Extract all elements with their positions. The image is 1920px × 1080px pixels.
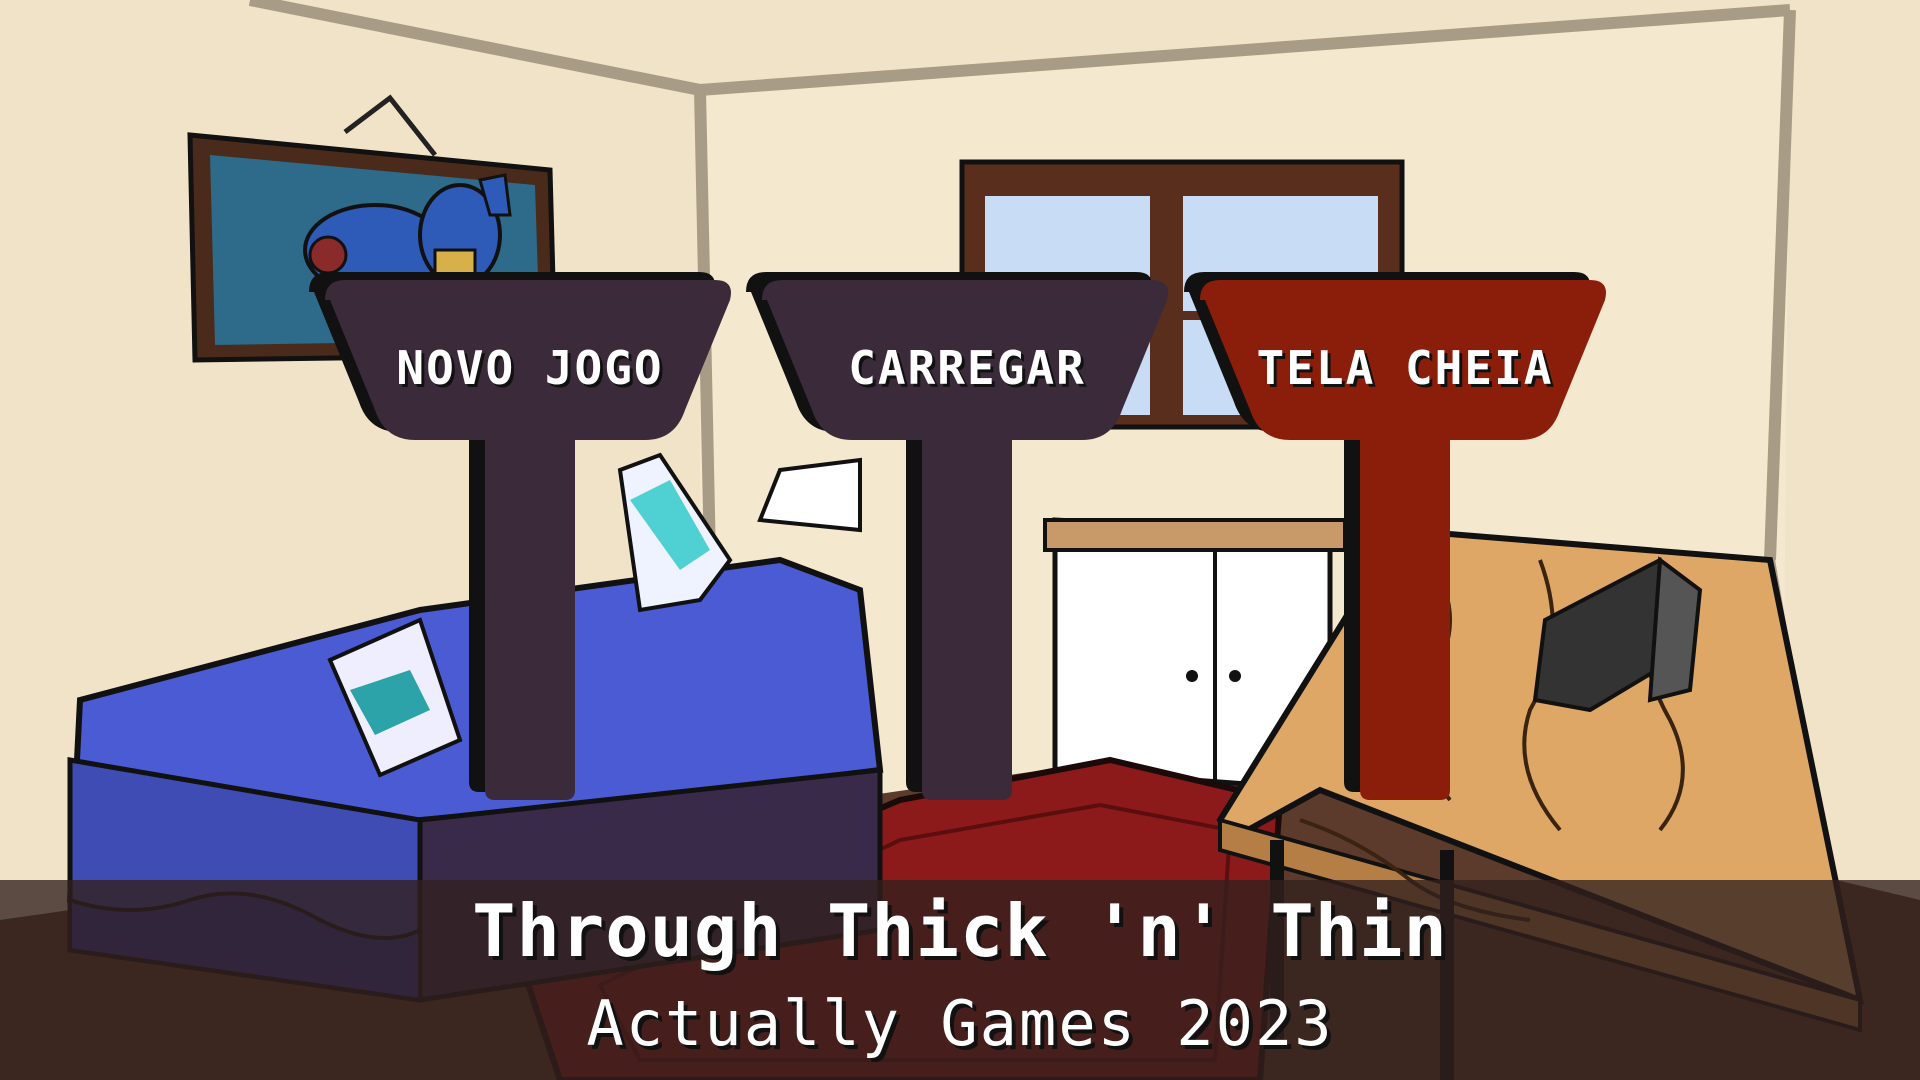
fullscreen-button[interactable]: TELA CHEIA <box>1184 272 1610 800</box>
fullscreen-label: TELA CHEIA <box>1256 341 1554 395</box>
game-title: Through Thick 'n' Thin <box>472 889 1448 973</box>
load-button[interactable]: CARREGAR <box>746 272 1172 800</box>
new-game-label: NOVO JOGO <box>396 341 664 395</box>
load-label: CARREGAR <box>848 341 1086 395</box>
new-game-button[interactable]: NOVO JOGO <box>309 272 735 800</box>
studio-credit: Actually Games 2023 <box>586 987 1334 1060</box>
